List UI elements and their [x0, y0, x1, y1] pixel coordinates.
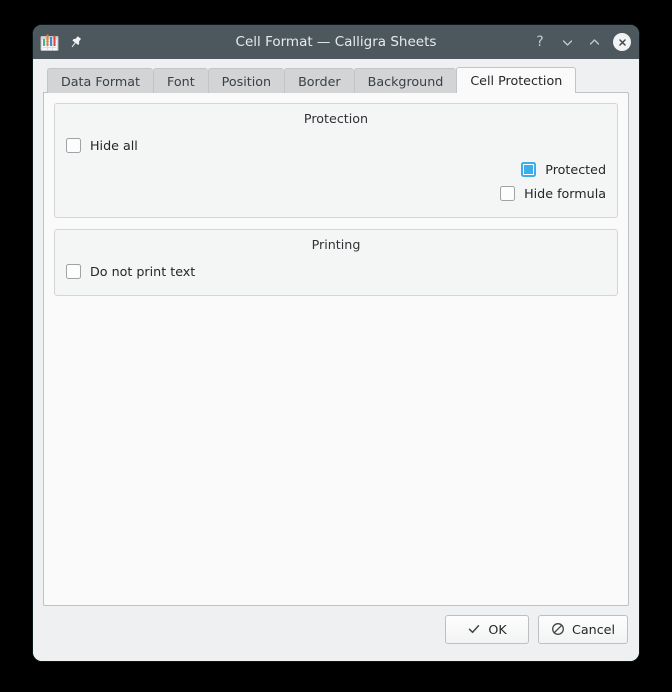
tab-position[interactable]: Position — [207, 68, 285, 93]
dialog-body: Data Format Font Position Border Backgro… — [33, 59, 639, 661]
cancel-button-label: Cancel — [572, 621, 615, 637]
hide-all-label: Hide all — [90, 137, 138, 153]
hide-formula-label: Hide formula — [524, 185, 606, 201]
hide-all-checkbox[interactable] — [66, 137, 81, 153]
tab-font[interactable]: Font — [153, 68, 208, 93]
tab-data-format[interactable]: Data Format — [47, 68, 154, 93]
protected-checkbox[interactable] — [521, 161, 537, 177]
titlebar-left-icons — [40, 33, 83, 52]
printing-group-title: Printing — [311, 237, 361, 252]
checkmark-icon — [467, 622, 481, 636]
tab-bar: Data Format Font Position Border Backgro… — [43, 67, 629, 93]
no-entry-icon — [551, 622, 565, 636]
do-not-print-text-checkbox[interactable] — [66, 263, 81, 279]
tab-border[interactable]: Border — [284, 68, 354, 93]
checkbox-row-protected[interactable]: Protected — [66, 157, 606, 181]
tab-background[interactable]: Background — [353, 68, 457, 93]
hide-formula-checkbox[interactable] — [500, 185, 516, 201]
window-titlebar[interactable]: Cell Format — Calligra Sheets ? — [33, 25, 639, 59]
calligra-sheets-icon — [40, 33, 59, 52]
close-x-icon[interactable] — [613, 33, 631, 51]
titlebar-window-controls: ? — [532, 33, 631, 51]
protected-label: Protected — [545, 161, 606, 177]
protection-groupbox: Protection Hide all Protected Hide formu… — [54, 103, 618, 218]
help-question-icon[interactable]: ? — [532, 34, 548, 50]
checkbox-row-hide-all[interactable]: Hide all — [66, 133, 606, 157]
cell-format-dialog-window: Cell Format — Calligra Sheets ? Data For… — [33, 25, 639, 661]
checkbox-row-do-not-print-text[interactable]: Do not print text — [66, 259, 606, 283]
ok-button[interactable]: OK — [445, 614, 530, 644]
protection-group-title: Protection — [303, 111, 369, 126]
chevron-up-icon[interactable] — [586, 34, 602, 50]
screen: Cell Format — Calligra Sheets ? Data For… — [0, 0, 672, 692]
ok-button-label: OK — [488, 621, 507, 637]
printing-group-content: Do not print text — [55, 255, 617, 295]
tab-cell-protection[interactable]: Cell Protection — [456, 67, 577, 93]
chevron-down-icon[interactable] — [559, 34, 575, 50]
cancel-button[interactable]: Cancel — [538, 614, 628, 644]
protection-group-content: Hide all Protected Hide formula — [55, 129, 617, 217]
do-not-print-text-label: Do not print text — [90, 263, 196, 279]
checkbox-row-hide-formula[interactable]: Hide formula — [66, 181, 606, 205]
dialog-button-box: OK Cancel — [43, 606, 629, 652]
printing-groupbox: Printing Do not print text — [54, 229, 618, 296]
keep-above-pin-icon[interactable] — [68, 35, 83, 50]
cell-protection-panel: Protection Hide all Protected Hide formu… — [43, 92, 629, 606]
